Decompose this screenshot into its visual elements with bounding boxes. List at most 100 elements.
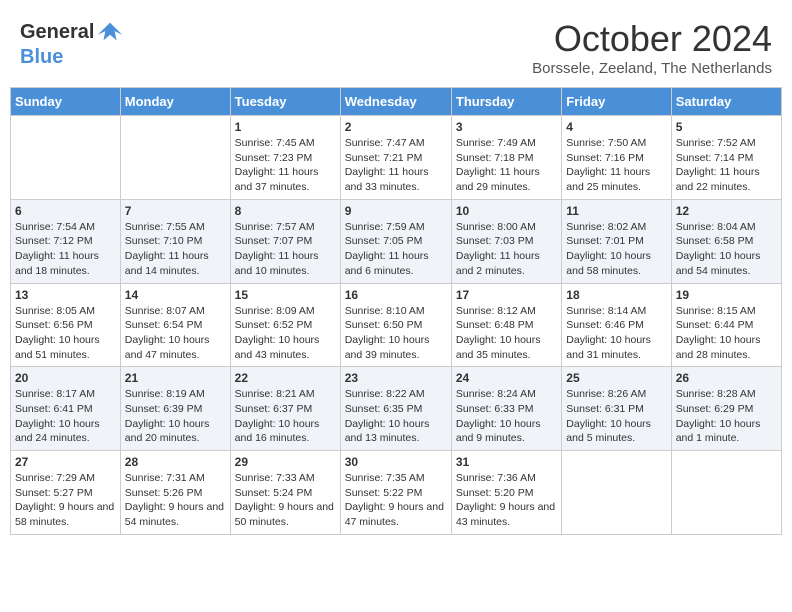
day-info: Sunrise: 7:59 AM Sunset: 7:05 PM Dayligh… bbox=[345, 220, 447, 279]
day-number: 15 bbox=[235, 288, 336, 302]
calendar-cell: 7Sunrise: 7:55 AM Sunset: 7:10 PM Daylig… bbox=[120, 199, 230, 283]
day-number: 4 bbox=[566, 120, 666, 134]
day-number: 12 bbox=[676, 204, 777, 218]
day-number: 30 bbox=[345, 455, 447, 469]
header-row: SundayMondayTuesdayWednesdayThursdayFrid… bbox=[11, 88, 782, 116]
logo-general-text: General bbox=[20, 21, 94, 44]
calendar-cell: 2 Sunrise: 7:47 AM Sunset: 7:21 PM Daylig… bbox=[340, 116, 451, 200]
calendar-cell: 5 Sunrise: 7:52 AM Sunset: 7:14 PM Daylig… bbox=[671, 116, 781, 200]
title-block: October 2024 Borssele, Zeeland, The Neth… bbox=[532, 18, 772, 77]
day-number: 18 bbox=[566, 288, 666, 302]
day-number: 1 bbox=[235, 120, 336, 134]
calendar-cell: 10 Sunrise: 8:00 AM Sunset: 7:03 PM Dayli… bbox=[451, 199, 561, 283]
calendar-cell: 20Sunrise: 8:17 AM Sunset: 6:41 PM Dayli… bbox=[11, 367, 121, 451]
day-info: Sunrise: 7:55 AM Sunset: 7:10 PM Dayligh… bbox=[125, 220, 226, 279]
day-number: 5 bbox=[676, 120, 777, 134]
day-info: Sunrise: 7:54 AM Sunset: 7:12 PM Dayligh… bbox=[15, 220, 116, 279]
calendar-cell: 25Sunrise: 8:26 AM Sunset: 6:31 PM Dayli… bbox=[562, 367, 671, 451]
day-info: Sunrise: 7:52 AM Sunset: 7:14 PM Dayligh… bbox=[676, 136, 777, 195]
calendar-cell bbox=[120, 116, 230, 200]
day-info: Sunrise: 8:19 AM Sunset: 6:39 PM Dayligh… bbox=[125, 387, 226, 446]
day-number: 9 bbox=[345, 204, 447, 218]
day-info: Sunrise: 7:35 AM Sunset: 5:22 PM Dayligh… bbox=[345, 471, 447, 530]
calendar-header: SundayMondayTuesdayWednesdayThursdayFrid… bbox=[11, 88, 782, 116]
day-info: Sunrise: 7:29 AM Sunset: 5:27 PM Dayligh… bbox=[15, 471, 116, 530]
logo-bird-icon bbox=[96, 18, 124, 46]
day-info: Sunrise: 8:15 AM Sunset: 6:44 PM Dayligh… bbox=[676, 304, 777, 363]
day-info: Sunrise: 8:14 AM Sunset: 6:46 PM Dayligh… bbox=[566, 304, 666, 363]
calendar-cell: 9 Sunrise: 7:59 AM Sunset: 7:05 PM Daylig… bbox=[340, 199, 451, 283]
calendar-cell bbox=[11, 116, 121, 200]
day-number: 22 bbox=[235, 371, 336, 385]
calendar-cell: 19 Sunrise: 8:15 AM Sunset: 6:44 PM Dayli… bbox=[671, 283, 781, 367]
calendar-cell: 4 Sunrise: 7:50 AM Sunset: 7:16 PM Daylig… bbox=[562, 116, 671, 200]
day-info: Sunrise: 7:31 AM Sunset: 5:26 PM Dayligh… bbox=[125, 471, 226, 530]
day-info: Sunrise: 7:45 AM Sunset: 7:23 PM Dayligh… bbox=[235, 136, 336, 195]
month-title: October 2024 bbox=[532, 18, 772, 60]
day-number: 26 bbox=[676, 371, 777, 385]
calendar-cell: 16Sunrise: 8:10 AM Sunset: 6:50 PM Dayli… bbox=[340, 283, 451, 367]
calendar-cell: 18 Sunrise: 8:14 AM Sunset: 6:46 PM Dayli… bbox=[562, 283, 671, 367]
calendar-cell: 30 Sunrise: 7:35 AM Sunset: 5:22 PM Dayli… bbox=[340, 451, 451, 535]
day-number: 10 bbox=[456, 204, 557, 218]
day-info: Sunrise: 8:28 AM Sunset: 6:29 PM Dayligh… bbox=[676, 387, 777, 446]
calendar-cell: 14Sunrise: 8:07 AM Sunset: 6:54 PM Dayli… bbox=[120, 283, 230, 367]
header-day-monday: Monday bbox=[120, 88, 230, 116]
logo-blue-text: Blue bbox=[20, 46, 63, 69]
calendar-cell: 17 Sunrise: 8:12 AM Sunset: 6:48 PM Dayli… bbox=[451, 283, 561, 367]
day-info: Sunrise: 8:21 AM Sunset: 6:37 PM Dayligh… bbox=[235, 387, 336, 446]
calendar-cell: 21Sunrise: 8:19 AM Sunset: 6:39 PM Dayli… bbox=[120, 367, 230, 451]
calendar-body: 1 Sunrise: 7:45 AM Sunset: 7:23 PM Daylig… bbox=[11, 116, 782, 535]
day-info: Sunrise: 8:09 AM Sunset: 6:52 PM Dayligh… bbox=[235, 304, 336, 363]
calendar-cell: 26 Sunrise: 8:28 AM Sunset: 6:29 PM Dayli… bbox=[671, 367, 781, 451]
day-number: 24 bbox=[456, 371, 557, 385]
day-info: Sunrise: 8:12 AM Sunset: 6:48 PM Dayligh… bbox=[456, 304, 557, 363]
day-info: Sunrise: 8:10 AM Sunset: 6:50 PM Dayligh… bbox=[345, 304, 447, 363]
day-info: Sunrise: 7:49 AM Sunset: 7:18 PM Dayligh… bbox=[456, 136, 557, 195]
day-number: 20 bbox=[15, 371, 116, 385]
day-number: 8 bbox=[235, 204, 336, 218]
day-info: Sunrise: 7:33 AM Sunset: 5:24 PM Dayligh… bbox=[235, 471, 336, 530]
day-number: 28 bbox=[125, 455, 226, 469]
calendar-cell: 24 Sunrise: 8:24 AM Sunset: 6:33 PM Dayli… bbox=[451, 367, 561, 451]
calendar-cell: 23 Sunrise: 8:22 AM Sunset: 6:35 PM Dayli… bbox=[340, 367, 451, 451]
day-info: Sunrise: 7:50 AM Sunset: 7:16 PM Dayligh… bbox=[566, 136, 666, 195]
calendar-cell: 28 Sunrise: 7:31 AM Sunset: 5:26 PM Dayli… bbox=[120, 451, 230, 535]
day-number: 6 bbox=[15, 204, 116, 218]
day-info: Sunrise: 8:22 AM Sunset: 6:35 PM Dayligh… bbox=[345, 387, 447, 446]
calendar-cell: 15 Sunrise: 8:09 AM Sunset: 6:52 PM Dayli… bbox=[230, 283, 340, 367]
header-day-tuesday: Tuesday bbox=[230, 88, 340, 116]
calendar-cell: 11Sunrise: 8:02 AM Sunset: 7:01 PM Dayli… bbox=[562, 199, 671, 283]
day-info: Sunrise: 7:57 AM Sunset: 7:07 PM Dayligh… bbox=[235, 220, 336, 279]
day-number: 23 bbox=[345, 371, 447, 385]
day-number: 17 bbox=[456, 288, 557, 302]
calendar-table: SundayMondayTuesdayWednesdayThursdayFrid… bbox=[10, 87, 782, 535]
header-day-saturday: Saturday bbox=[671, 88, 781, 116]
week-row-3: 13 Sunrise: 8:05 AM Sunset: 6:56 PM Dayli… bbox=[11, 283, 782, 367]
day-number: 13 bbox=[15, 288, 116, 302]
calendar-cell: 1 Sunrise: 7:45 AM Sunset: 7:23 PM Daylig… bbox=[230, 116, 340, 200]
day-number: 25 bbox=[566, 371, 666, 385]
day-info: Sunrise: 7:36 AM Sunset: 5:20 PM Dayligh… bbox=[456, 471, 557, 530]
day-info: Sunrise: 8:00 AM Sunset: 7:03 PM Dayligh… bbox=[456, 220, 557, 279]
day-info: Sunrise: 8:24 AM Sunset: 6:33 PM Dayligh… bbox=[456, 387, 557, 446]
day-number: 2 bbox=[345, 120, 447, 134]
calendar-cell: 3Sunrise: 7:49 AM Sunset: 7:18 PM Daylig… bbox=[451, 116, 561, 200]
day-info: Sunrise: 7:47 AM Sunset: 7:21 PM Dayligh… bbox=[345, 136, 447, 195]
calendar-cell: 13 Sunrise: 8:05 AM Sunset: 6:56 PM Dayli… bbox=[11, 283, 121, 367]
header-day-sunday: Sunday bbox=[11, 88, 121, 116]
day-number: 19 bbox=[676, 288, 777, 302]
calendar-cell: 29 Sunrise: 7:33 AM Sunset: 5:24 PM Dayli… bbox=[230, 451, 340, 535]
page-header: General Blue October 2024 Borssele, Zeel… bbox=[10, 10, 782, 82]
day-number: 29 bbox=[235, 455, 336, 469]
day-info: Sunrise: 8:05 AM Sunset: 6:56 PM Dayligh… bbox=[15, 304, 116, 363]
calendar-cell: 22 Sunrise: 8:21 AM Sunset: 6:37 PM Dayli… bbox=[230, 367, 340, 451]
calendar-cell bbox=[562, 451, 671, 535]
week-row-5: 27Sunrise: 7:29 AM Sunset: 5:27 PM Dayli… bbox=[11, 451, 782, 535]
header-day-thursday: Thursday bbox=[451, 88, 561, 116]
calendar-cell: 12Sunrise: 8:04 AM Sunset: 6:58 PM Dayli… bbox=[671, 199, 781, 283]
calendar-cell bbox=[671, 451, 781, 535]
calendar-cell: 6 Sunrise: 7:54 AM Sunset: 7:12 PM Daylig… bbox=[11, 199, 121, 283]
calendar-cell: 27Sunrise: 7:29 AM Sunset: 5:27 PM Dayli… bbox=[11, 451, 121, 535]
location-title: Borssele, Zeeland, The Netherlands bbox=[532, 60, 772, 77]
